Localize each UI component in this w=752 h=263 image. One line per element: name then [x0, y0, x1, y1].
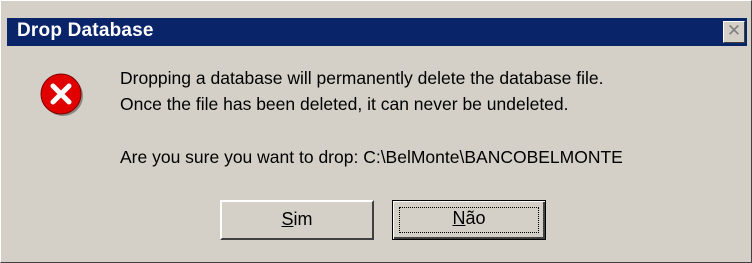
- error-icon: [40, 73, 83, 116]
- message-line-1: Dropping a database will permanently del…: [120, 68, 604, 88]
- title-bar[interactable]: Drop Database ✕: [7, 18, 747, 46]
- no-label-rest: ão: [465, 208, 486, 228]
- message-line-2: Once the file has been deleted, it can n…: [120, 94, 569, 114]
- no-accelerator: N: [452, 208, 466, 228]
- confirm-question: Are you sure you want to drop: C:\BelMon…: [120, 147, 623, 167]
- yes-accelerator: S: [281, 209, 294, 229]
- dialog-title: Drop Database: [17, 20, 154, 41]
- drop-database-dialog: Drop Database ✕ Dropping a database will…: [0, 0, 752, 263]
- no-button[interactable]: Não: [392, 200, 546, 240]
- yes-label-rest: im: [293, 209, 313, 229]
- close-button[interactable]: ✕: [723, 21, 745, 43]
- yes-button[interactable]: Sim: [220, 200, 374, 240]
- close-icon: ✕: [726, 21, 742, 41]
